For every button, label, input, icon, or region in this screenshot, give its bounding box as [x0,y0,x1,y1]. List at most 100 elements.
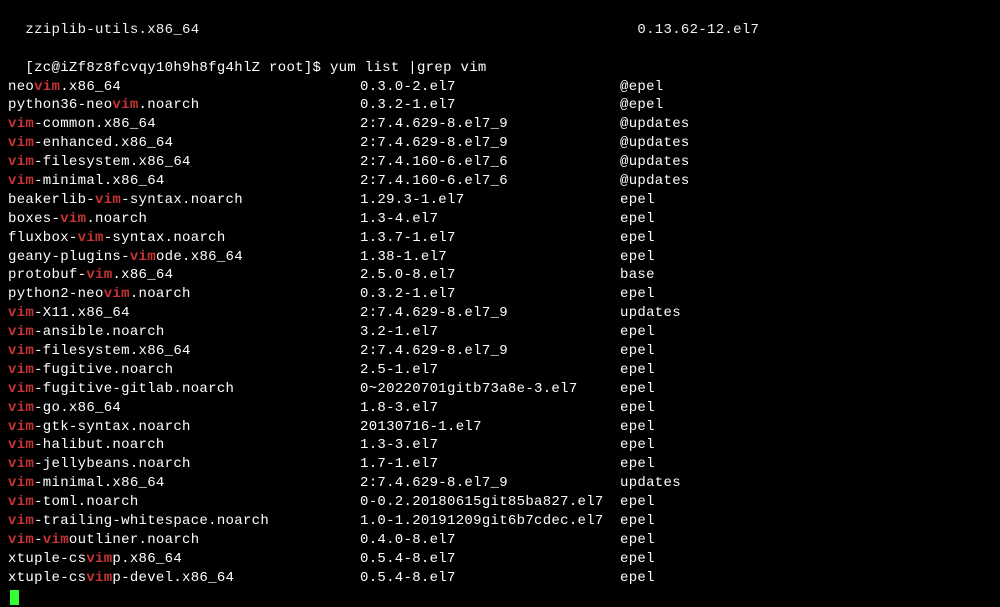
package-name-post: -filesystem.x86_64 [34,343,191,359]
table-row: vim-jellybeans.noarch1.7-1.el7epel [8,455,992,474]
package-version: 1.29.3-1.el7 [360,191,620,210]
package-name: vim-vimoutliner.noarch [8,531,360,550]
package-name-post: -minimal.x86_64 [34,173,165,189]
terminal-cursor-line[interactable] [8,588,992,607]
grep-match: vim [8,362,34,378]
package-name: vim-filesystem.x86_64 [8,342,360,361]
table-row: xtuple-csvimp-devel.x86_640.5.4-8.el7epe… [8,569,992,588]
package-repo: updates [620,304,681,323]
grep-match: vim [104,286,130,302]
package-repo: 0.13.62-12.el7 [637,21,759,40]
grep-match: vim [112,97,138,113]
grep-match: vim [8,475,34,491]
package-repo: epel [620,531,655,550]
package-name-post: -minimal.x86_64 [34,475,165,491]
shell-prompt: [zc@iZf8z8fcvqy10h9h8fg4hlZ root]$ [25,60,330,76]
package-version: 0.5.4-8.el7 [360,550,620,569]
package-name: vim-toml.noarch [8,493,360,512]
table-row: geany-plugins-vimode.x86_641.38-1.el7epe… [8,248,992,267]
table-row: python36-neovim.noarch0.3.2-1.el7@epel [8,96,992,115]
grep-match: vim [8,135,34,151]
package-repo: epel [620,342,655,361]
package-repo: epel [620,285,655,304]
package-version: 1.38-1.el7 [360,248,620,267]
package-repo: epel [620,512,655,531]
grep-match: vim [86,551,112,567]
package-name-pre: neo [8,79,34,95]
package-name-post: -ansible.noarch [34,324,165,340]
package-name-post: .noarch [139,97,200,113]
table-row: vim-trailing-whitespace.noarch1.0-1.2019… [8,512,992,531]
package-name: python36-neovim.noarch [8,96,360,115]
table-row: vim-toml.noarch0-0.2.20180615git85ba827.… [8,493,992,512]
grep-match: vim [130,249,156,265]
package-name: beakerlib-vim-syntax.noarch [8,191,360,210]
package-repo: @epel [620,96,664,115]
package-name-post: .x86_64 [112,267,173,283]
package-version: 0.3.2-1.el7 [360,285,620,304]
package-name: fluxbox-vim-syntax.noarch [8,229,360,248]
package-name-post: -common.x86_64 [34,116,156,132]
package-name: vim-X11.x86_64 [8,304,360,323]
package-name-post: .noarch [130,286,191,302]
package-name: vim-halibut.noarch [8,436,360,455]
package-repo: @updates [620,134,690,153]
terminal-output: neovim.x86_640.3.0-2.el7@epelpython36-ne… [8,78,992,588]
package-name-post: -toml.noarch [34,494,138,510]
table-row: vim-enhanced.x86_642:7.4.629-8.el7_9@upd… [8,134,992,153]
package-name: protobuf-vim.x86_64 [8,266,360,285]
package-name: python2-neovim.noarch [8,285,360,304]
package-name-post2: outliner.noarch [69,532,200,548]
package-repo: epel [620,418,655,437]
table-row: neovim.x86_640.3.0-2.el7@epel [8,78,992,97]
table-row: vim-minimal.x86_642:7.4.629-8.el7_9updat… [8,474,992,493]
package-name-pre: python2-neo [8,286,104,302]
package-name-pre: xtuple-cs [8,551,86,567]
package-name: vim-common.x86_64 [8,115,360,134]
table-row: vim-filesystem.x86_642:7.4.629-8.el7_9ep… [8,342,992,361]
package-name: xtuple-csvimp.x86_64 [8,550,360,569]
package-repo: epel [620,248,655,267]
grep-match: vim [8,173,34,189]
package-version: 2:7.4.629-8.el7_9 [360,115,620,134]
package-name-post: ode.x86_64 [156,249,243,265]
table-row: vim-fugitive.noarch2.5-1.el7epel [8,361,992,380]
grep-match: vim [8,532,34,548]
grep-match: vim [86,267,112,283]
package-version: 1.3-4.el7 [360,210,620,229]
package-name-post: -gtk-syntax.noarch [34,419,191,435]
package-repo: epel [620,399,655,418]
package-version: 2.5-1.el7 [360,361,620,380]
package-repo: epel [620,550,655,569]
grep-match: vim [8,400,34,416]
package-version: 0.3.0-2.el7 [360,78,620,97]
package-name: vim-minimal.x86_64 [8,474,360,493]
grep-match: vim [8,154,34,170]
package-version: 2:7.4.160-6.el7_6 [360,153,620,172]
package-name-post: -syntax.noarch [121,192,243,208]
table-row: vim-ansible.noarch3.2-1.el7epel [8,323,992,342]
grep-match: vim [8,419,34,435]
package-name: vim-trailing-whitespace.noarch [8,512,360,531]
package-name: vim-go.x86_64 [8,399,360,418]
package-name-pre: geany-plugins- [8,249,130,265]
package-version: 2:7.4.160-6.el7_6 [360,172,620,191]
package-name: geany-plugins-vimode.x86_64 [8,248,360,267]
package-name-post: -jellybeans.noarch [34,456,191,472]
package-name: vim-fugitive-gitlab.noarch [8,380,360,399]
package-name: vim-gtk-syntax.noarch [8,418,360,437]
table-row: vim-go.x86_641.8-3.el7epel [8,399,992,418]
grep-match: vim [8,305,34,321]
package-name: vim-ansible.noarch [8,323,360,342]
package-name: vim-jellybeans.noarch [8,455,360,474]
package-name-post: -fugitive-gitlab.noarch [34,381,234,397]
package-name-pre: protobuf- [8,267,86,283]
grep-match: vim [86,570,112,586]
grep-match: vim [8,324,34,340]
package-name-post: p-devel.x86_64 [112,570,234,586]
terminal-prompt-line[interactable]: [zc@iZf8z8fcvqy10h9h8fg4hlZ root]$ yum l… [8,40,992,78]
table-row: vim-X11.x86_642:7.4.629-8.el7_9updates [8,304,992,323]
package-name-post: -X11.x86_64 [34,305,130,321]
package-version: 2:7.4.629-8.el7_9 [360,474,620,493]
grep-match: vim [8,513,34,529]
